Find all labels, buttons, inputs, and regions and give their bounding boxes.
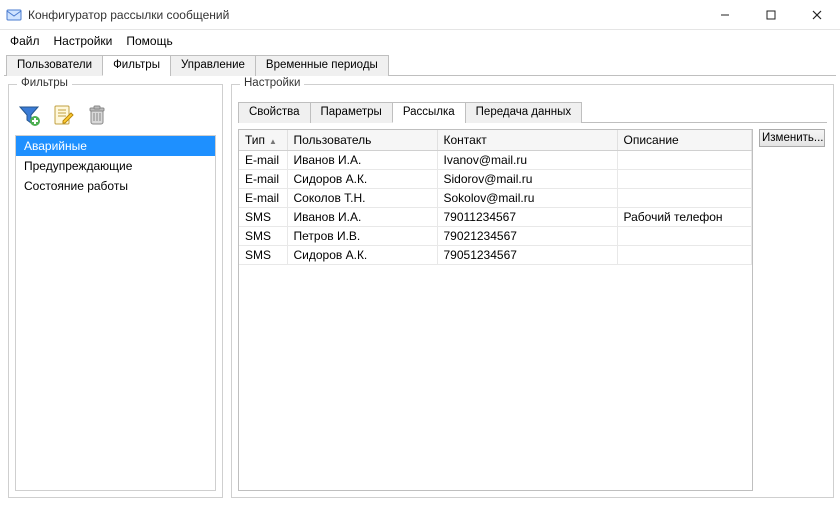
col-contact[interactable]: Контакт (437, 130, 617, 151)
cell-user: Сидоров А.К. (287, 246, 437, 265)
main-tabstrip: Пользователи Фильтры Управление Временны… (4, 54, 836, 76)
col-descr[interactable]: Описание (617, 130, 752, 151)
window-controls (702, 0, 840, 29)
tab-transfer[interactable]: Передача данных (465, 102, 582, 123)
filters-list[interactable]: Аварийные Предупреждающие Состояние рабо… (15, 135, 216, 491)
tab-params[interactable]: Параметры (310, 102, 393, 123)
filters-toolbar (15, 101, 216, 135)
list-item[interactable]: Предупреждающие (16, 156, 215, 176)
tab-control[interactable]: Управление (170, 55, 256, 76)
settings-group-title: Настройки (240, 77, 304, 89)
app-icon (6, 7, 22, 23)
table-row[interactable]: E-mailИванов И.А.Ivanov@mail.ru (239, 151, 752, 170)
col-type-label: Тип (245, 133, 265, 147)
tab-mailing[interactable]: Рассылка (392, 102, 466, 123)
filters-group-title: Фильтры (17, 77, 72, 89)
cell-contact: Sidorov@mail.ru (437, 170, 617, 189)
menubar: Файл Настройки Помощь (0, 30, 840, 54)
cell-user: Иванов И.А. (287, 151, 437, 170)
list-item[interactable]: Аварийные (16, 136, 215, 156)
cell-type: SMS (239, 227, 287, 246)
mailing-table[interactable]: Тип ▲ Пользователь Контакт Описание E-mai… (239, 130, 752, 265)
cell-descr (617, 189, 752, 208)
cell-descr (617, 151, 752, 170)
settings-body: Тип ▲ Пользователь Контакт Описание E-mai… (238, 129, 827, 491)
cell-contact: 79011234567 (437, 208, 617, 227)
window-title: Конфигуратор рассылки сообщений (28, 8, 702, 22)
content-area: Фильтры (0, 76, 840, 504)
cell-user: Иванов И.А. (287, 208, 437, 227)
menu-file[interactable]: Файл (10, 34, 40, 48)
mailing-table-container: Тип ▲ Пользователь Контакт Описание E-mai… (238, 129, 753, 491)
tab-props[interactable]: Свойства (238, 102, 311, 123)
list-item[interactable]: Состояние работы (16, 176, 215, 196)
cell-descr (617, 170, 752, 189)
cell-descr (617, 227, 752, 246)
close-button[interactable] (794, 0, 840, 29)
button-column: Изменить... (759, 129, 827, 491)
menu-settings[interactable]: Настройки (54, 34, 113, 48)
tab-time-periods[interactable]: Временные периоды (255, 55, 389, 76)
cell-type: E-mail (239, 189, 287, 208)
cell-contact: Sokolov@mail.ru (437, 189, 617, 208)
add-filter-icon[interactable] (17, 103, 41, 127)
table-row[interactable]: SMSПетров И.В.79021234567 (239, 227, 752, 246)
settings-groupbox: Настройки Свойства Параметры Рассылка Пе… (231, 84, 834, 498)
change-button[interactable]: Изменить... (759, 129, 825, 147)
delete-filter-icon[interactable] (85, 103, 109, 127)
titlebar: Конфигуратор рассылки сообщений (0, 0, 840, 30)
cell-type: E-mail (239, 170, 287, 189)
cell-user: Сидоров А.К. (287, 170, 437, 189)
cell-contact: 79021234567 (437, 227, 617, 246)
maximize-button[interactable] (748, 0, 794, 29)
menu-help[interactable]: Помощь (126, 34, 172, 48)
cell-type: SMS (239, 208, 287, 227)
cell-user: Петров И.В. (287, 227, 437, 246)
cell-contact: Ivanov@mail.ru (437, 151, 617, 170)
tab-filters[interactable]: Фильтры (102, 55, 171, 76)
minimize-button[interactable] (702, 0, 748, 29)
tab-users[interactable]: Пользователи (6, 55, 103, 76)
cell-descr (617, 246, 752, 265)
table-row[interactable]: E-mailСидоров А.К.Sidorov@mail.ru (239, 170, 752, 189)
table-row[interactable]: E-mailСоколов Т.Н.Sokolov@mail.ru (239, 189, 752, 208)
settings-tabstrip: Свойства Параметры Рассылка Передача дан… (238, 101, 827, 123)
edit-filter-icon[interactable] (51, 103, 75, 127)
cell-contact: 79051234567 (437, 246, 617, 265)
cell-user: Соколов Т.Н. (287, 189, 437, 208)
col-type[interactable]: Тип ▲ (239, 130, 287, 151)
cell-type: SMS (239, 246, 287, 265)
cell-descr: Рабочий телефон (617, 208, 752, 227)
table-row[interactable]: SMSСидоров А.К.79051234567 (239, 246, 752, 265)
sort-asc-icon: ▲ (269, 137, 277, 146)
cell-type: E-mail (239, 151, 287, 170)
filters-groupbox: Фильтры (8, 84, 223, 498)
table-row[interactable]: SMSИванов И.А.79011234567Рабочий телефон (239, 208, 752, 227)
col-user[interactable]: Пользователь (287, 130, 437, 151)
